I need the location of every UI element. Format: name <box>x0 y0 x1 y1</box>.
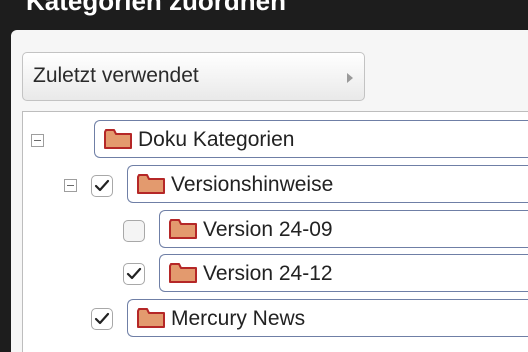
recent-categories-dropdown[interactable]: Zuletzt verwendet <box>22 52 365 101</box>
tree-node-label: Doku Kategorien <box>138 128 295 151</box>
tree-node-label: Version 24-12 <box>203 262 333 285</box>
folder-icon <box>137 174 165 199</box>
folder-icon <box>169 219 197 244</box>
tree-node-version-24-12[interactable]: Version 24-12 <box>159 254 528 292</box>
tree-node-label: Versionshinweise <box>171 173 334 196</box>
checkmark-icon <box>126 267 142 280</box>
recent-categories-label: Zuletzt verwendet <box>33 64 199 87</box>
collapse-toggle-doku-kategorien[interactable] <box>31 134 44 147</box>
folder-icon <box>137 308 165 333</box>
checkbox-version-24-12[interactable] <box>123 263 145 285</box>
dialog-title: Kategorien zuordnen <box>26 0 287 16</box>
tree-node-mercury-news[interactable]: Mercury News <box>127 299 528 337</box>
tree-node-version-24-09[interactable]: Version 24-09 <box>159 210 528 248</box>
collapse-toggle-versionshinweise[interactable] <box>64 179 77 192</box>
tree-node-versionshinweise[interactable]: Versionshinweise <box>127 165 528 203</box>
folder-icon <box>104 129 132 154</box>
checkbox-mercury-news[interactable] <box>91 308 113 330</box>
triangle-right-icon <box>347 73 353 83</box>
checkbox-versionshinweise[interactable] <box>91 175 113 197</box>
tree-node-doku-kategorien[interactable]: Doku Kategorien <box>94 120 528 158</box>
checkmark-icon <box>94 312 110 325</box>
tree-node-label: Mercury News <box>171 307 306 330</box>
tree-node-label: Version 24-09 <box>203 218 333 241</box>
category-tree: Doku Kategorien Versionshinweise Version… <box>22 111 528 352</box>
folder-icon <box>169 263 197 288</box>
checkbox-version-24-09[interactable] <box>123 220 145 242</box>
checkmark-icon <box>94 179 110 192</box>
